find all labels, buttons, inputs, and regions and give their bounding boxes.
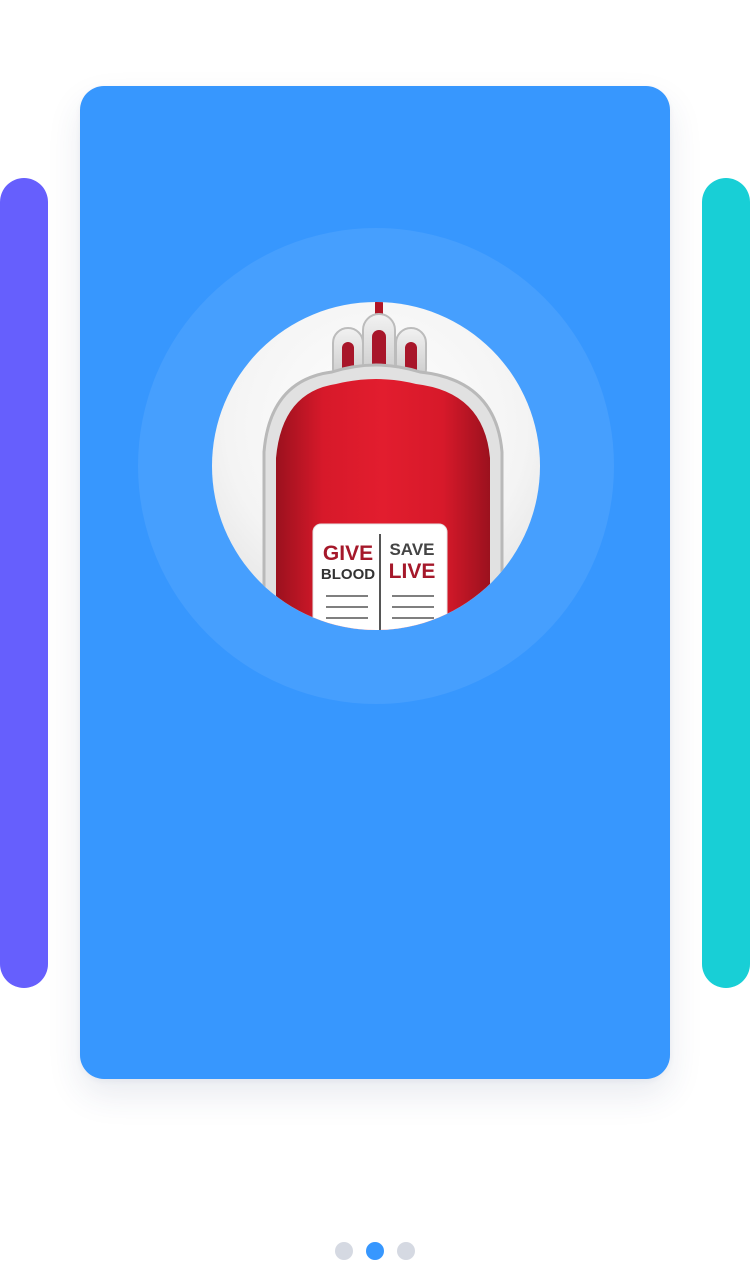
page-indicator xyxy=(0,1241,750,1261)
current-card[interactable]: GIVE BLOOD SAVE LIVE xyxy=(80,86,670,1079)
next-card[interactable] xyxy=(702,178,750,988)
label-give: GIVE xyxy=(323,542,373,565)
label-save: SAVE xyxy=(389,540,434,559)
page-dot-1[interactable] xyxy=(335,1242,353,1260)
blood-bag-illustration: GIVE BLOOD SAVE LIVE xyxy=(212,302,540,630)
label-live: LIVE xyxy=(389,560,436,583)
blood-bag-icon: GIVE BLOOD SAVE LIVE xyxy=(212,302,540,630)
page-dot-3[interactable] xyxy=(397,1242,415,1260)
label-blood: BLOOD xyxy=(321,566,375,583)
page-dot-2-active[interactable] xyxy=(366,1242,384,1260)
previous-card[interactable] xyxy=(0,178,48,988)
